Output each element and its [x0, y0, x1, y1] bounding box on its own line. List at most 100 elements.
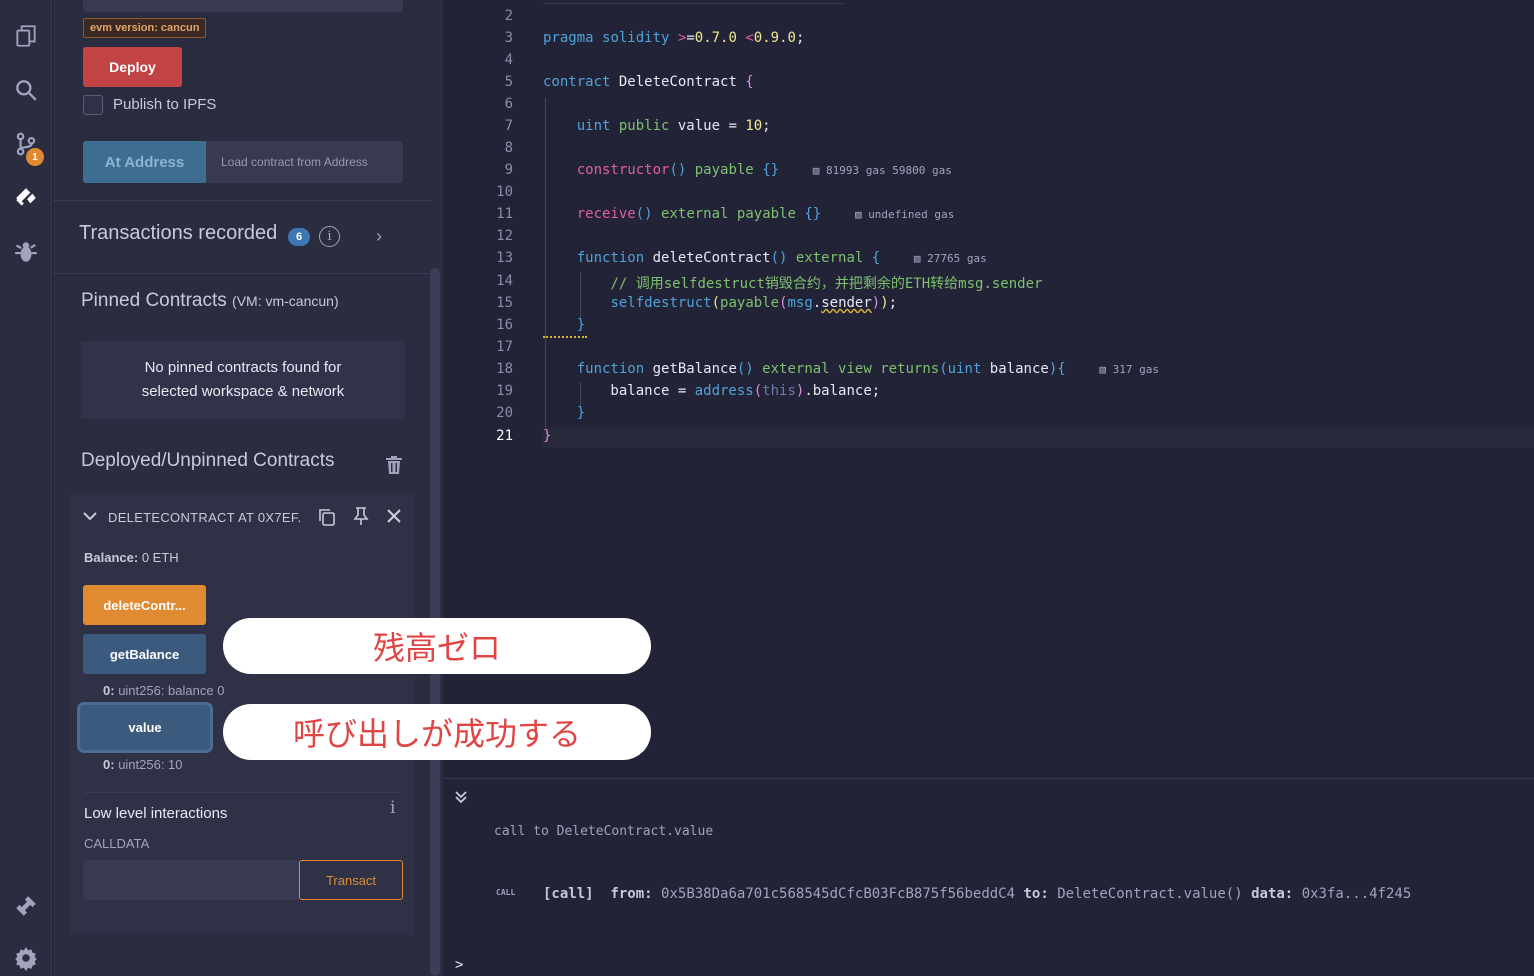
line-number: 15: [496, 295, 513, 311]
code-line-15: selfdestruct(payable(msg.sender));: [610, 295, 898, 311]
result-key: 0:: [103, 683, 115, 698]
contract-balance: Balance: 0 ETH: [84, 550, 179, 565]
line-number: 6: [504, 96, 513, 112]
copy-icon[interactable]: [317, 507, 337, 527]
terminal-call-tag: CALL: [496, 888, 516, 897]
value-button[interactable]: value: [80, 705, 210, 750]
deploy-run-icon[interactable]: [6, 178, 46, 218]
code-line-18: function getBalance() external view retu…: [576, 361, 1159, 377]
icon-panel: 1: [0, 0, 52, 976]
line-number: 16: [496, 317, 513, 333]
deployed-contract-name[interactable]: DELETECONTRACT AT 0X7EF.: [108, 510, 302, 525]
terminal-call-detail[interactable]: [call] from: 0x5B38Da6a701c568545dCfcB03…: [543, 886, 1411, 902]
from-value: 0x5B38Da6a701c568545dCfcB03FcB875f56bedd…: [661, 886, 1016, 902]
gas-estimate-getbalance: 317 gas: [1112, 363, 1159, 376]
code-line-3: pragma solidity >=0.7.0 <0.9.0;: [543, 30, 805, 46]
publish-ipfs-checkbox[interactable]: [83, 95, 103, 115]
files-icon[interactable]: [6, 16, 46, 56]
calldata-label: CALLDATA: [84, 836, 150, 851]
result-key: 0:: [103, 757, 115, 772]
get-balance-button[interactable]: getBalance: [83, 634, 206, 674]
line-number: 13: [496, 250, 513, 266]
pinned-contracts-title: Pinned Contracts (VM: vm-cancun): [81, 290, 339, 312]
result-value: uint256: balance 0: [118, 683, 225, 698]
low-level-interactions-title: Low level interactions: [84, 805, 228, 822]
to-label: to:: [1023, 886, 1049, 902]
transactions-recorded-title[interactable]: Transactions recorded: [79, 222, 277, 245]
balance-label: Balance:: [84, 550, 139, 565]
result-value: uint256: 10: [118, 757, 183, 772]
pinned-empty-message: No pinned contracts found for selected w…: [81, 341, 405, 419]
line-number: 12: [496, 228, 513, 244]
gas-estimate-constructor: 81993 gas 59800 gas: [826, 164, 952, 177]
pinned-empty-line1: No pinned contracts found for: [144, 359, 342, 376]
evm-version-badge: evm version: cancun: [83, 18, 207, 38]
close-icon[interactable]: [384, 506, 404, 526]
deploy-button[interactable]: Deploy: [83, 47, 182, 87]
git-notification-badge: 1: [26, 148, 44, 166]
delete-contract-button[interactable]: deleteContr...: [83, 585, 206, 625]
environment-field-edge: [83, 0, 403, 12]
transactions-count-badge: 6: [288, 228, 310, 246]
code-comment: // 调用selfdestruct销毁合约，并把剩余的ETH转给msg.send…: [610, 276, 1043, 292]
line-number: 11: [496, 206, 513, 222]
deployed-contracts-title: Deployed/Unpinned Contracts: [81, 450, 335, 471]
to-value: DeleteContract.value(): [1057, 886, 1243, 902]
annotation-balance-zero: 残高ゼロ: [223, 618, 651, 674]
info-icon[interactable]: i: [319, 226, 340, 247]
line-number: 5: [504, 74, 513, 90]
trash-icon[interactable]: [385, 455, 403, 475]
balance-value: 0 ETH: [141, 550, 179, 565]
pinned-env-label: (VM: vm-cancun): [232, 293, 339, 309]
code-line-11: receive() external payable {} ▧ undefine…: [576, 206, 955, 222]
line-number: 18: [496, 361, 513, 377]
line-number: 4: [504, 52, 513, 68]
pinned-empty-line2: selected workspace & network: [141, 383, 345, 400]
plugin-manager-icon[interactable]: [6, 886, 46, 926]
data-label: data:: [1251, 886, 1294, 902]
code-line-5: contract DeleteContract {: [543, 74, 754, 90]
line-number: 9: [504, 162, 513, 178]
at-address-button[interactable]: At Address: [83, 141, 206, 183]
get-balance-result: 0: uint256: balance 0: [103, 683, 224, 698]
from-label: from:: [610, 886, 653, 902]
line-number: 17: [496, 339, 513, 355]
settings-icon[interactable]: [6, 938, 46, 976]
low-level-info-icon[interactable]: i: [390, 798, 395, 818]
chevron-right-icon[interactable]: ›: [376, 226, 382, 247]
debugger-icon[interactable]: [6, 232, 46, 272]
value-result: 0: uint256: 10: [103, 757, 183, 772]
line-number: 19: [496, 383, 513, 399]
code-line-20: }: [576, 405, 586, 421]
calldata-input[interactable]: [83, 860, 299, 900]
code-line-9: constructor() payable {} ▧ 81993 gas 598…: [576, 162, 952, 178]
publish-ipfs-label: Publish to IPFS: [113, 96, 217, 113]
line-number: 3: [504, 30, 513, 46]
line-number: 7: [504, 118, 513, 134]
code-line-14: // 调用selfdestruct销毁合约，并把剩余的ETH转给msg.send…: [543, 273, 1042, 293]
load-contract-address-input[interactable]: Load contract from Address: [206, 141, 403, 183]
chevron-down-icon[interactable]: [82, 508, 98, 524]
line-number: 14: [496, 273, 513, 289]
active-line-highlight: [543, 428, 1534, 448]
code-line-16: }: [576, 317, 586, 333]
terminal-prompt[interactable]: >: [455, 957, 463, 973]
line-number: 8: [504, 140, 513, 156]
clipped-line-edge: [543, 0, 843, 4]
gas-estimate-delete: 27765 gas: [927, 252, 987, 265]
transact-button[interactable]: Transact: [299, 860, 403, 900]
divider: [53, 273, 432, 274]
code-line-19: balance = address(this).balance;: [543, 383, 881, 399]
line-number: 2: [504, 8, 513, 24]
pin-icon[interactable]: [351, 506, 371, 526]
search-icon[interactable]: [6, 70, 46, 110]
annotation-call-success: 呼び出しが成功する: [223, 704, 651, 760]
call-label: [call]: [543, 886, 594, 902]
data-value: 0x3fa...4f245: [1301, 886, 1412, 902]
warning-squiggle: [543, 334, 587, 338]
code-line-7: uint public value = 10;: [576, 118, 771, 134]
divider: [84, 792, 403, 793]
line-number: 20: [496, 405, 513, 421]
terminal-toggle-icon[interactable]: [452, 788, 470, 806]
terminal-panel: [443, 778, 1534, 976]
